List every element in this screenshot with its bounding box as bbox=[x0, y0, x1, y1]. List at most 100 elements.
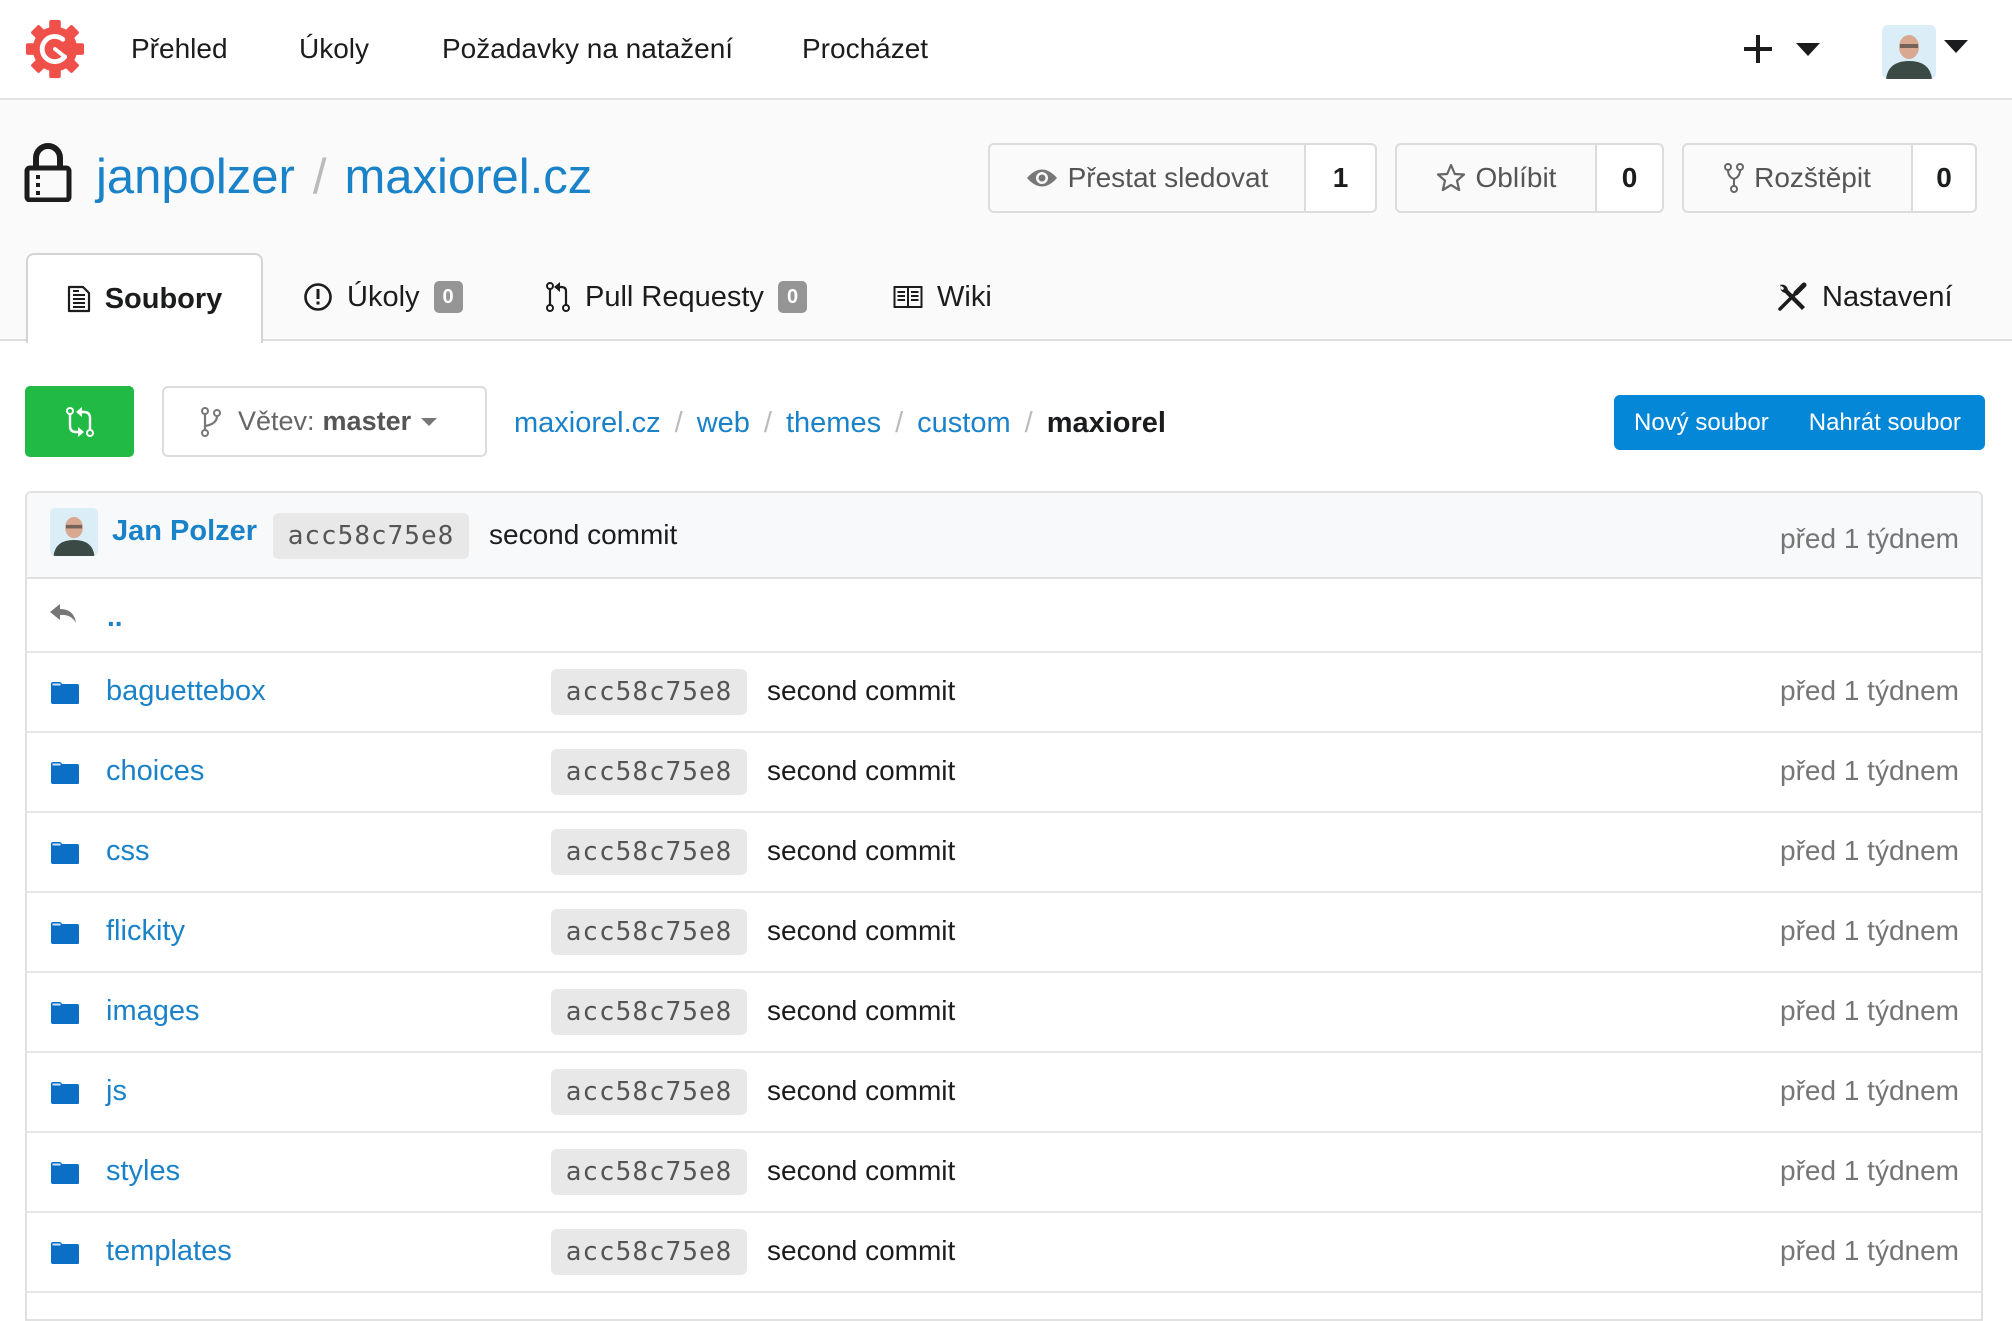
nav-pull-requests[interactable]: Požadavky na natažení bbox=[442, 30, 733, 68]
commit-sha-link[interactable]: acc58c75e8 bbox=[551, 669, 747, 715]
tab-pull-requests[interactable]: Pull Requesty 0 bbox=[545, 253, 808, 341]
star-label: Oblíbit bbox=[1475, 162, 1557, 193]
fork-label: Rozštěpit bbox=[1754, 162, 1871, 193]
folder-icon bbox=[51, 1002, 79, 1024]
repository-title: janpolzer / maxiorel.cz bbox=[96, 146, 592, 208]
folder-icon bbox=[51, 762, 79, 784]
commit-age: před 1 týdnem bbox=[1780, 1075, 1959, 1106]
repo-name-link[interactable]: maxiorel.cz bbox=[344, 150, 592, 204]
commit-message: second commit bbox=[767, 995, 956, 1026]
gitea-logo-icon[interactable] bbox=[24, 18, 86, 80]
file-row[interactable]: templates acc58c75e8 second commit před … bbox=[27, 1213, 1981, 1293]
commit-author-avatar[interactable] bbox=[50, 508, 98, 556]
commit-message: second commit bbox=[767, 835, 956, 866]
file-name-link[interactable]: choices bbox=[106, 755, 204, 788]
breadcrumb-item[interactable]: web bbox=[697, 404, 750, 442]
breadcrumb-item[interactable]: maxiorel.cz bbox=[514, 404, 661, 442]
file-row[interactable]: images acc58c75e8 second commit před 1 t… bbox=[27, 973, 1981, 1053]
commit-age: před 1 týdnem bbox=[1780, 523, 1959, 554]
file-text-icon bbox=[67, 285, 90, 313]
git-pull-request-icon bbox=[546, 282, 570, 312]
file-row[interactable]: baguettebox acc58c75e8 second commit pře… bbox=[27, 653, 1981, 733]
file-row[interactable]: css acc58c75e8 second commit před 1 týdn… bbox=[27, 813, 1981, 893]
issue-opened-icon bbox=[304, 283, 332, 311]
file-name-link[interactable]: css bbox=[106, 835, 150, 868]
file-name-link[interactable]: baguettebox bbox=[106, 675, 266, 708]
stars-count[interactable]: 0 bbox=[1597, 145, 1662, 211]
tab-wiki[interactable]: Wiki bbox=[893, 253, 992, 341]
upload-file-button[interactable]: Nahrát soubor bbox=[1809, 409, 1961, 437]
breadcrumb-item[interactable]: custom bbox=[917, 404, 1010, 442]
star-button[interactable]: Oblíbit bbox=[1397, 145, 1597, 211]
commit-message: second commit bbox=[767, 1075, 956, 1106]
eye-icon bbox=[1026, 169, 1057, 187]
commit-sha-link[interactable]: acc58c75e8 bbox=[273, 513, 469, 559]
fork-button-group: Rozštěpit 0 bbox=[1682, 143, 1977, 213]
tab-issues[interactable]: Úkoly 0 bbox=[303, 253, 463, 341]
file-row[interactable]: flickity acc58c75e8 second commit před 1… bbox=[27, 893, 1981, 973]
repo-owner-link[interactable]: janpolzer bbox=[96, 150, 295, 204]
file-name-link[interactable]: styles bbox=[106, 1155, 180, 1188]
new-file-button[interactable]: Nový soubor bbox=[1634, 409, 1769, 437]
chevron-down-icon bbox=[1796, 43, 1820, 56]
breadcrumb-divider: / bbox=[674, 407, 683, 439]
tab-files[interactable]: Soubory bbox=[26, 253, 263, 343]
fork-icon bbox=[1724, 163, 1745, 193]
breadcrumb-divider: / bbox=[763, 407, 772, 439]
unwatch-button[interactable]: Přestat sledovat bbox=[990, 145, 1306, 211]
branch-selector-dropdown[interactable]: Větev: master bbox=[162, 386, 487, 457]
breadcrumb: maxiorel.cz / web / themes / custom / ma… bbox=[514, 404, 1166, 442]
file-row[interactable]: choices acc58c75e8 second commit před 1 … bbox=[27, 733, 1981, 813]
nav-overview[interactable]: Přehled bbox=[131, 30, 228, 68]
file-row[interactable]: js acc58c75e8 second commit před 1 týdne… bbox=[27, 1053, 1981, 1133]
commit-age: před 1 týdnem bbox=[1780, 915, 1959, 946]
commit-sha-link[interactable]: acc58c75e8 bbox=[551, 989, 747, 1035]
lock-icon bbox=[24, 143, 72, 202]
file-name-link[interactable]: js bbox=[106, 1075, 127, 1108]
commit-message: second commit bbox=[767, 1235, 956, 1266]
commit-sha-link[interactable]: acc58c75e8 bbox=[551, 1149, 747, 1195]
file-row[interactable]: styles acc58c75e8 second commit před 1 t… bbox=[27, 1133, 1981, 1213]
pull-requests-count-badge: 0 bbox=[777, 281, 808, 313]
commit-age: před 1 týdnem bbox=[1780, 675, 1959, 706]
tab-issues-label: Úkoly bbox=[347, 280, 420, 313]
folder-icon bbox=[51, 922, 79, 944]
folder-icon bbox=[51, 842, 79, 864]
user-avatar bbox=[1882, 25, 1936, 79]
tab-pull-requests-label: Pull Requesty bbox=[585, 280, 764, 313]
commit-age: před 1 týdnem bbox=[1780, 1235, 1959, 1266]
file-actions-group: Nový soubor Nahrát soubor bbox=[1614, 395, 1985, 450]
star-button-group: Oblíbit 0 bbox=[1395, 143, 1664, 213]
file-name-link[interactable]: flickity bbox=[106, 915, 185, 948]
watchers-count[interactable]: 1 bbox=[1306, 145, 1375, 211]
commit-sha-link[interactable]: acc58c75e8 bbox=[551, 1229, 747, 1275]
parent-directory-row[interactable]: .. bbox=[27, 579, 1981, 653]
commit-sha-link[interactable]: acc58c75e8 bbox=[551, 909, 747, 955]
tab-settings[interactable]: Nastavení bbox=[1776, 253, 1953, 341]
commit-sha-link[interactable]: acc58c75e8 bbox=[551, 1069, 747, 1115]
commit-age: před 1 týdnem bbox=[1780, 755, 1959, 786]
folder-icon bbox=[51, 682, 79, 704]
commit-sha-link[interactable]: acc58c75e8 bbox=[551, 749, 747, 795]
commit-sha-link[interactable]: acc58c75e8 bbox=[551, 829, 747, 875]
commit-age: před 1 týdnem bbox=[1780, 995, 1959, 1026]
nav-explore[interactable]: Procházet bbox=[802, 30, 928, 68]
parent-directory-link[interactable]: .. bbox=[107, 601, 123, 633]
breadcrumb-item[interactable]: themes bbox=[786, 404, 881, 442]
folder-icon bbox=[51, 1242, 79, 1264]
file-name-link[interactable]: templates bbox=[106, 1235, 232, 1268]
plus-icon bbox=[1744, 35, 1772, 63]
commit-message: second commit bbox=[767, 915, 956, 946]
compare-button[interactable] bbox=[25, 386, 134, 457]
forks-count[interactable]: 0 bbox=[1913, 145, 1975, 211]
git-branch-icon bbox=[201, 406, 221, 437]
compare-arrows-icon bbox=[65, 406, 94, 437]
top-navbar: Přehled Úkoly Požadavky na natažení Proc… bbox=[0, 0, 2012, 100]
file-name-link[interactable]: images bbox=[106, 995, 200, 1028]
tools-icon bbox=[1778, 282, 1807, 311]
fork-button[interactable]: Rozštěpit bbox=[1684, 145, 1913, 211]
star-icon bbox=[1436, 163, 1465, 192]
chevron-down-icon bbox=[1944, 40, 1968, 53]
commit-author-link[interactable]: Jan Polzer bbox=[112, 515, 257, 548]
nav-issues[interactable]: Úkoly bbox=[299, 30, 369, 68]
